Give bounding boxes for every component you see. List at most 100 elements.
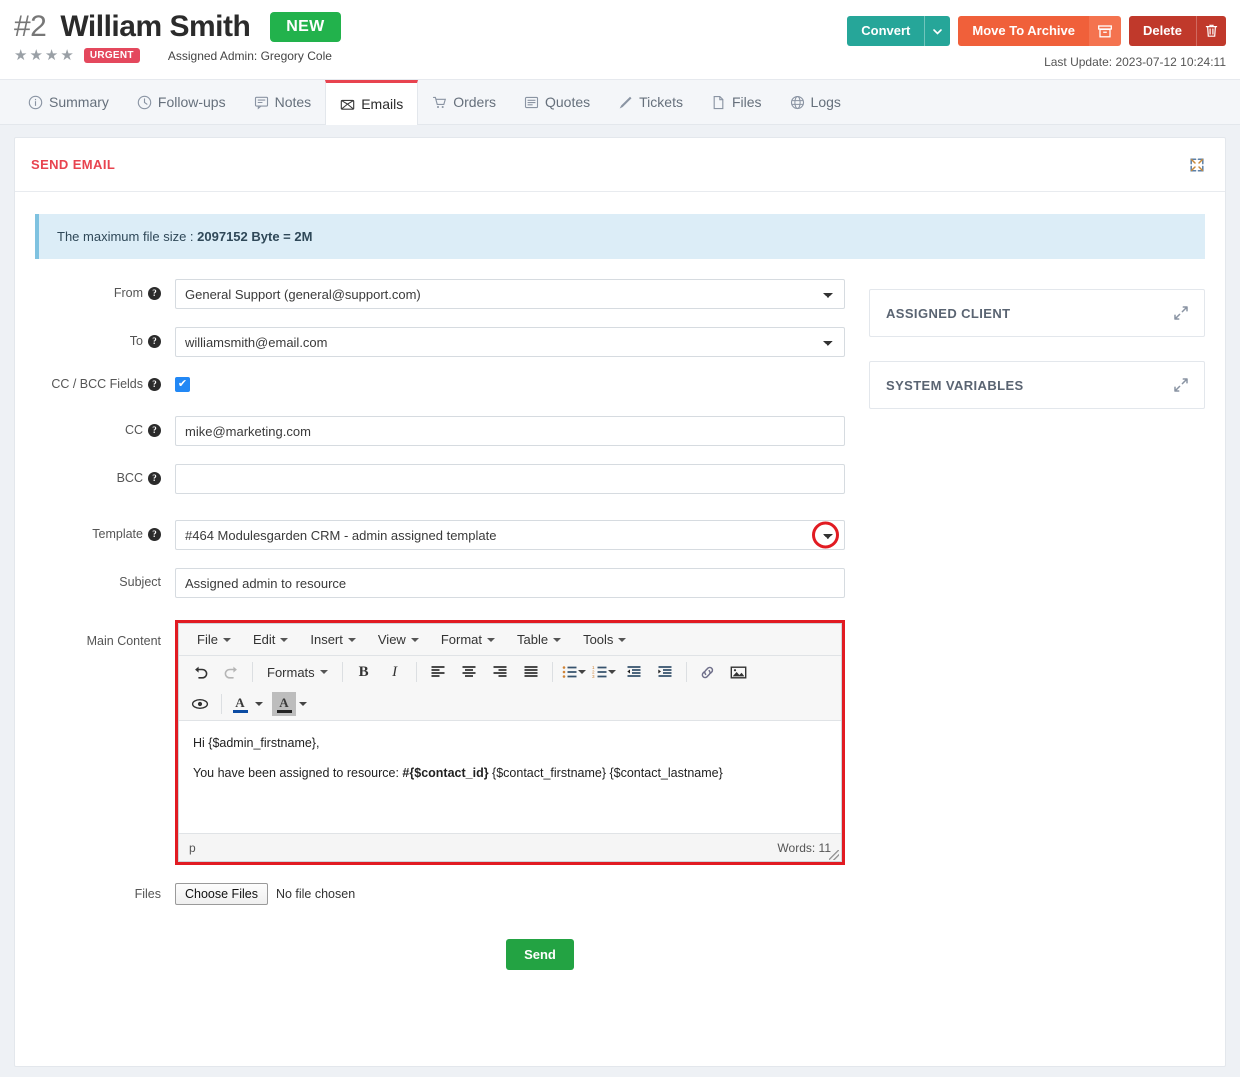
background-color-dropdown-icon[interactable]	[299, 702, 307, 706]
bold-icon[interactable]: B	[349, 659, 379, 685]
star-icon[interactable]: ★	[29, 48, 42, 63]
outdent-icon[interactable]	[619, 659, 649, 685]
to-label-group: To ?	[35, 327, 175, 348]
numbered-list-dropdown-icon[interactable]	[607, 670, 616, 674]
chevron-down-icon	[553, 637, 562, 642]
undo-icon[interactable]	[185, 659, 215, 685]
toolbar-separator	[551, 662, 553, 682]
subject-input[interactable]	[175, 568, 845, 598]
star-icon[interactable]: ★	[60, 48, 73, 63]
star-icon[interactable]: ★	[14, 48, 27, 63]
formats-label: Formats	[267, 664, 315, 680]
question-mark-icon[interactable]: ?	[148, 527, 161, 541]
text-color-icon[interactable]: A	[228, 692, 252, 716]
trash-icon	[1205, 24, 1218, 38]
notice-prefix: The maximum file size :	[57, 229, 198, 244]
bcc-control	[175, 464, 845, 494]
ticket-icon	[618, 95, 633, 110]
template-label-group: Template ?	[35, 520, 175, 541]
tab-tickets[interactable]: Tickets	[604, 80, 697, 124]
question-mark-icon[interactable]: ?	[148, 377, 161, 391]
toolbar-separator	[221, 694, 222, 714]
tab-label: Notes	[274, 94, 312, 110]
align-left-icon[interactable]	[423, 659, 453, 685]
menu-tools[interactable]: Tools	[573, 628, 636, 651]
to-select[interactable]: williamsmith@email.com	[175, 327, 845, 357]
rating-stars[interactable]: ★ ★ ★ ★	[14, 48, 74, 63]
tab-emails[interactable]: Emails	[325, 80, 419, 125]
expand-diagonal-icon[interactable]	[1174, 306, 1188, 320]
link-icon[interactable]	[693, 659, 723, 685]
expand-diagonal-icon[interactable]	[1174, 378, 1188, 392]
template-select[interactable]: #464 Modulesgarden CRM - admin assigned …	[175, 520, 845, 550]
tab-files[interactable]: Files	[697, 80, 776, 124]
tab-follow-ups[interactable]: Follow-ups	[123, 80, 240, 124]
text-color-swatch	[232, 709, 248, 713]
trash-icon-button[interactable]	[1196, 16, 1226, 46]
form-row-ccbcc-toggle: CC / BCC Fields ? ✔	[35, 375, 845, 392]
menu-table[interactable]: Table	[507, 628, 571, 651]
expand-arrows-icon[interactable]	[1185, 153, 1209, 177]
menu-insert[interactable]: Insert	[300, 628, 366, 651]
question-mark-icon[interactable]: ?	[148, 471, 161, 485]
question-mark-icon[interactable]: ?	[148, 334, 161, 348]
editor-element-path[interactable]: p	[189, 841, 196, 855]
editor-content-area[interactable]: Hi {$admin_firstname}, You have been ass…	[179, 721, 841, 833]
template-control: #464 Modulesgarden CRM - admin assigned …	[175, 520, 845, 550]
archive-box-icon-button[interactable]	[1088, 16, 1121, 46]
align-justify-icon[interactable]	[516, 659, 546, 685]
system-variables-card[interactable]: SYSTEM VARIABLES	[869, 361, 1205, 409]
editor-line2-prefix: You have been assigned to resource:	[193, 766, 403, 780]
from-select[interactable]: General Support (general@support.com)	[175, 279, 845, 309]
bcc-label: BCC	[116, 471, 143, 485]
move-to-archive-button[interactable]: Move To Archive	[958, 16, 1089, 46]
indent-icon[interactable]	[650, 659, 680, 685]
bcc-label-group: BCC ?	[35, 464, 175, 485]
cc-input[interactable]	[175, 416, 845, 446]
menu-format[interactable]: Format	[431, 628, 505, 651]
redo-icon[interactable]	[216, 659, 246, 685]
editor-resize-handle[interactable]	[829, 850, 839, 860]
form-row-bcc: BCC ?	[35, 464, 845, 494]
bcc-input[interactable]	[175, 464, 845, 494]
menu-view[interactable]: View	[368, 628, 429, 651]
ccbcc-checkbox[interactable]: ✔	[175, 377, 190, 392]
tab-logs[interactable]: Logs	[776, 80, 855, 124]
align-right-icon[interactable]	[485, 659, 515, 685]
delete-button[interactable]: Delete	[1128, 16, 1196, 46]
card-title: SYSTEM VARIABLES	[886, 377, 1024, 393]
tab-orders[interactable]: Orders	[418, 80, 510, 124]
preview-eye-icon[interactable]	[185, 691, 215, 717]
toolbar-separator	[685, 662, 687, 682]
send-button[interactable]: Send	[506, 939, 574, 970]
question-mark-icon[interactable]: ?	[148, 286, 161, 300]
convert-dropdown-button[interactable]	[924, 16, 951, 46]
send-email-panel: SEND EMAIL The maximum file size : 20971…	[14, 137, 1226, 1067]
chevron-down-icon	[410, 637, 419, 642]
menu-edit[interactable]: Edit	[243, 628, 298, 651]
menu-file[interactable]: File	[187, 628, 241, 651]
chevron-down-icon	[319, 670, 328, 674]
tinymce-editor: File Edit Insert View Format Table Tools…	[178, 623, 842, 862]
question-mark-icon[interactable]: ?	[148, 423, 161, 437]
assigned-client-card[interactable]: ASSIGNED CLIENT	[869, 289, 1205, 337]
note-icon	[254, 95, 269, 110]
formats-dropdown[interactable]: Formats	[259, 659, 336, 685]
chevron-down-icon	[618, 637, 627, 642]
background-color-icon[interactable]: A	[272, 692, 296, 716]
tab-notes[interactable]: Notes	[240, 80, 326, 124]
tab-quotes[interactable]: Quotes	[510, 80, 604, 124]
card-title: ASSIGNED CLIENT	[886, 305, 1011, 321]
align-center-icon[interactable]	[454, 659, 484, 685]
star-icon[interactable]: ★	[45, 48, 58, 63]
italic-icon[interactable]: I	[380, 659, 410, 685]
file-status-label: No file chosen	[275, 887, 356, 901]
record-tabs: Summary Follow-ups Notes Emails Orders Q…	[0, 80, 1240, 125]
convert-button[interactable]: Convert	[847, 16, 925, 46]
image-icon[interactable]	[724, 659, 754, 685]
choose-files-button[interactable]: Choose Files	[175, 883, 268, 905]
menu-label: File	[197, 632, 218, 647]
text-color-dropdown-icon[interactable]	[255, 702, 263, 706]
tab-summary[interactable]: Summary	[14, 80, 123, 124]
bullet-list-dropdown-icon[interactable]	[577, 670, 586, 674]
